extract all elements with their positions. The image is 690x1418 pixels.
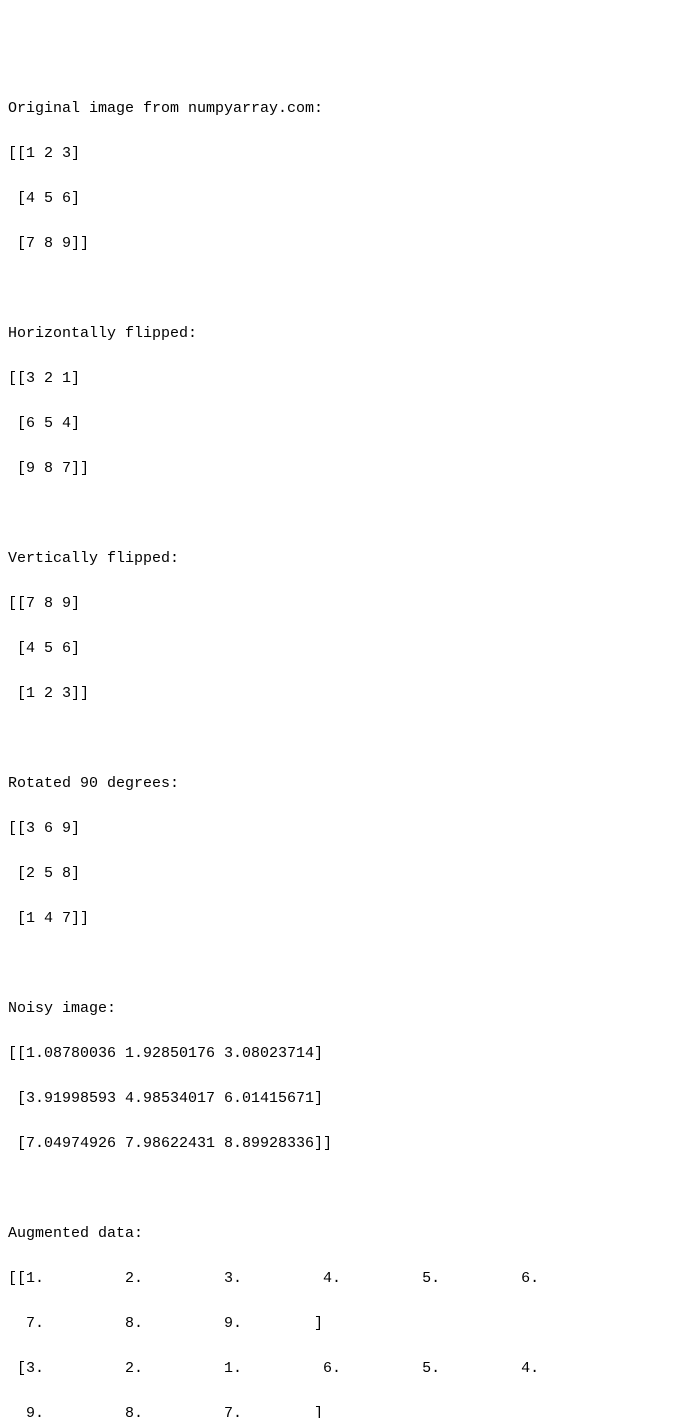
vflip-row-0: [[7 8 9] xyxy=(8,593,682,616)
noisy-row-1: [3.91998593 4.98534017 6.01415671] xyxy=(8,1088,682,1111)
rot90-row-1: [2 5 8] xyxy=(8,863,682,886)
hflip-row-2: [9 8 7]] xyxy=(8,458,682,481)
augmented-row-1: 7. 8. 9. ] xyxy=(8,1313,682,1336)
blank-line xyxy=(8,503,682,526)
blank-line xyxy=(8,953,682,976)
vflip-row-1: [4 5 6] xyxy=(8,638,682,661)
original-row-1: [4 5 6] xyxy=(8,188,682,211)
rot90-row-0: [[3 6 9] xyxy=(8,818,682,841)
noisy-row-2: [7.04974926 7.98622431 8.89928336]] xyxy=(8,1133,682,1156)
hflip-label: Horizontally flipped: xyxy=(8,323,682,346)
vflip-label: Vertically flipped: xyxy=(8,548,682,571)
original-row-0: [[1 2 3] xyxy=(8,143,682,166)
hflip-row-1: [6 5 4] xyxy=(8,413,682,436)
rot90-row-2: [1 4 7]] xyxy=(8,908,682,931)
hflip-row-0: [[3 2 1] xyxy=(8,368,682,391)
vflip-row-2: [1 2 3]] xyxy=(8,683,682,706)
rot90-label: Rotated 90 degrees: xyxy=(8,773,682,796)
blank-line xyxy=(8,728,682,751)
augmented-row-3: 9. 8. 7. ] xyxy=(8,1403,682,1418)
noisy-label: Noisy image: xyxy=(8,998,682,1021)
augmented-label: Augmented data: xyxy=(8,1223,682,1246)
blank-line xyxy=(8,1178,682,1201)
augmented-row-0: [[1. 2. 3. 4. 5. 6. xyxy=(8,1268,682,1291)
blank-line xyxy=(8,278,682,301)
original-row-2: [7 8 9]] xyxy=(8,233,682,256)
augmented-row-2: [3. 2. 1. 6. 5. 4. xyxy=(8,1358,682,1381)
original-label: Original image from numpyarray.com: xyxy=(8,98,682,121)
noisy-row-0: [[1.08780036 1.92850176 3.08023714] xyxy=(8,1043,682,1066)
